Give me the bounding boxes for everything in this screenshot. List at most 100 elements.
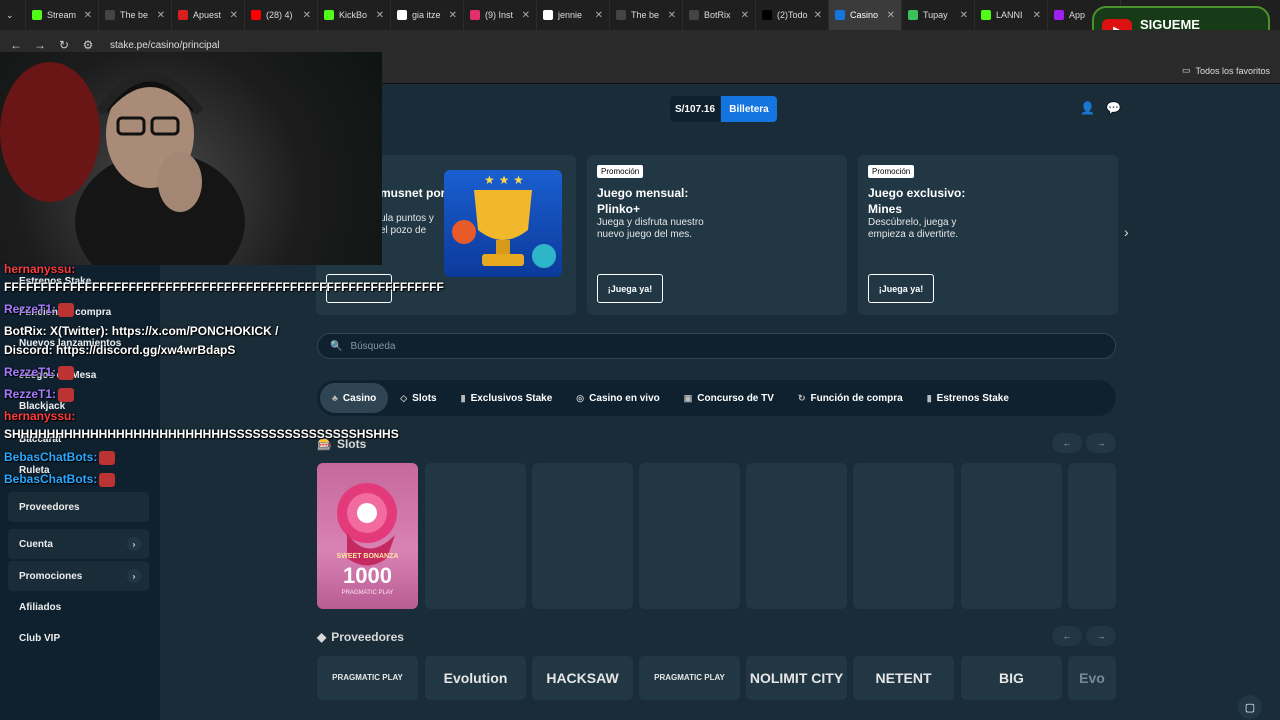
provider-tile[interactable]: BIG: [961, 656, 1062, 700]
game-tile-placeholder[interactable]: [532, 463, 633, 609]
provider-tile[interactable]: Evo: [1068, 656, 1116, 700]
prev-icon[interactable]: ←: [1052, 433, 1082, 453]
provider-tile[interactable]: NETENT: [853, 656, 954, 700]
carousel-next-icon[interactable]: ›: [1124, 224, 1129, 240]
chat-text: SHHHHHHHHHHHHHHHHHHHHHHHHHSSSSSSSSSSSSSS…: [4, 427, 399, 441]
tab-favicon-icon: [543, 10, 553, 20]
game-tile-placeholder[interactable]: [639, 463, 740, 609]
browser-tab[interactable]: Tupay ✕: [902, 0, 975, 30]
browser-tab[interactable]: Stream ✕: [26, 0, 99, 30]
sidebar-item[interactable]: Afiliados: [8, 592, 149, 622]
close-icon[interactable]: ✕: [522, 10, 530, 21]
play-now-button[interactable]: ¡Juega ya!: [597, 274, 663, 303]
tab-label: jennie: [558, 10, 583, 20]
close-icon[interactable]: ✕: [303, 10, 311, 21]
game-tile-placeholder[interactable]: [425, 463, 526, 609]
browser-tab[interactable]: The be ✕: [610, 0, 683, 30]
sidebar-item[interactable]: Cuenta ›: [8, 529, 149, 559]
category-label: Concurso de TV: [697, 392, 774, 404]
browser-tab[interactable]: (28) 4) ✕: [245, 0, 318, 30]
chat-message: hernanyssu:: [4, 409, 75, 423]
url-field[interactable]: stake.pe/casino/principal: [110, 40, 220, 51]
close-icon[interactable]: ✕: [814, 10, 822, 21]
close-icon[interactable]: ✕: [376, 10, 384, 21]
search-input[interactable]: 🔍 Búsqueda: [317, 333, 1116, 359]
provider-tile[interactable]: PRAGMATIC PLAY: [317, 656, 418, 700]
tab-favicon-icon: [470, 10, 480, 20]
tab-favicon-icon: [178, 10, 188, 20]
provider-tile[interactable]: PRAGMATIC PLAY: [639, 656, 740, 700]
browser-tab[interactable]: (2)Todo ✕: [756, 0, 829, 30]
browser-tab[interactable]: LANNI ✕: [975, 0, 1048, 30]
all-bookmarks-folder[interactable]: ▭ Todos los favoritos: [1182, 65, 1270, 76]
sidebar-item-label: Promociones: [19, 570, 83, 582]
tab-list-button[interactable]: ⌄: [0, 0, 26, 30]
sidebar-item[interactable]: Promociones ›: [8, 561, 149, 591]
next-icon[interactable]: →: [1086, 626, 1116, 646]
close-icon[interactable]: ✕: [84, 10, 92, 21]
close-icon[interactable]: ✕: [1033, 10, 1041, 21]
provider-tile[interactable]: HACKSAW: [532, 656, 633, 700]
provider-tile[interactable]: Evolution: [425, 656, 526, 700]
wallet-button[interactable]: Billetera: [721, 96, 777, 122]
play-now-button[interactable]: ¡Juega ya!: [868, 274, 934, 303]
game-tile-placeholder[interactable]: [746, 463, 847, 609]
category-icon: ↻: [797, 392, 806, 403]
tab-label: (9) Inst: [485, 10, 514, 20]
category-tab[interactable]: ◇ Slots: [388, 383, 448, 413]
chat-message: BebasChatBots:: [4, 472, 116, 487]
game-tile-placeholder[interactable]: [1068, 463, 1116, 609]
browser-tab[interactable]: jennie ✕: [537, 0, 610, 30]
game-tile-placeholder[interactable]: [853, 463, 954, 609]
reload-icon[interactable]: ↻: [52, 38, 76, 52]
emote-icon: [99, 472, 116, 487]
browser-tab[interactable]: The be ✕: [99, 0, 172, 30]
category-tab[interactable]: ▮ Exclusivos Stake: [449, 383, 565, 413]
chat-icon[interactable]: 💬: [1106, 101, 1121, 115]
category-label: Slots: [412, 392, 437, 404]
sidebar-item[interactable]: Proveedores: [8, 492, 149, 522]
tab-label: (2)Todo: [777, 10, 808, 20]
slots-pager: ← →: [1052, 433, 1116, 453]
balance-display[interactable]: S/107.16: [670, 96, 720, 122]
tab-label: LANNI: [996, 10, 1023, 20]
browser-tab[interactable]: BotRix ✕: [683, 0, 756, 30]
browser-tab[interactable]: gia itze ✕: [391, 0, 464, 30]
close-icon[interactable]: ✕: [230, 10, 238, 21]
prev-icon[interactable]: ←: [1052, 626, 1082, 646]
close-icon[interactable]: ✕: [960, 10, 968, 21]
sidebar-item-label: Cuenta: [19, 538, 53, 550]
provider-tile[interactable]: NOLIMIT CITY: [746, 656, 847, 700]
support-chat-icon[interactable]: ▢: [1238, 695, 1262, 719]
tab-label: The be: [631, 10, 660, 20]
trophy-image: ★ ★ ★: [444, 170, 562, 277]
next-icon[interactable]: →: [1086, 433, 1116, 453]
emote-icon: [58, 365, 75, 380]
close-icon[interactable]: ✕: [157, 10, 165, 21]
close-icon[interactable]: ✕: [449, 10, 457, 21]
site-info-icon[interactable]: ⚙: [76, 38, 100, 52]
category-tab[interactable]: ♣ Casino: [320, 383, 389, 413]
back-icon[interactable]: ←: [4, 38, 28, 52]
game-tile-placeholder[interactable]: [961, 463, 1062, 609]
browser-tab[interactable]: (9) Inst ✕: [464, 0, 537, 30]
browser-tab[interactable]: Casino ✕: [829, 0, 902, 30]
browser-tab[interactable]: KickBo ✕: [318, 0, 391, 30]
promo-desc: Descúbrelo, juega y empieza a divertirte…: [868, 217, 959, 240]
user-icon[interactable]: 👤: [1080, 101, 1095, 115]
sidebar-item[interactable]: Club VIP: [8, 623, 149, 653]
category-tab[interactable]: ↻ Función de compra: [786, 383, 915, 413]
close-icon[interactable]: ✕: [887, 10, 895, 21]
tab-favicon-icon: [762, 10, 772, 20]
game-studio: PRAGMATIC PLAY: [341, 590, 394, 596]
category-tab[interactable]: ▮ Estrenos Stake: [915, 383, 1021, 413]
close-icon[interactable]: ✕: [668, 10, 676, 21]
close-icon[interactable]: ✕: [595, 10, 603, 21]
forward-icon[interactable]: →: [28, 38, 52, 52]
tab-label: gia itze: [412, 10, 441, 20]
game-tile-sweet-bonanza[interactable]: SWEET BONANZA 1000 PRAGMATIC PLAY: [317, 463, 418, 609]
close-icon[interactable]: ✕: [741, 10, 749, 21]
category-tab[interactable]: ◎ Casino en vivo: [564, 383, 671, 413]
browser-tab[interactable]: Apuest ✕: [172, 0, 245, 30]
category-tab[interactable]: ▣ Concurso de TV: [672, 383, 786, 413]
